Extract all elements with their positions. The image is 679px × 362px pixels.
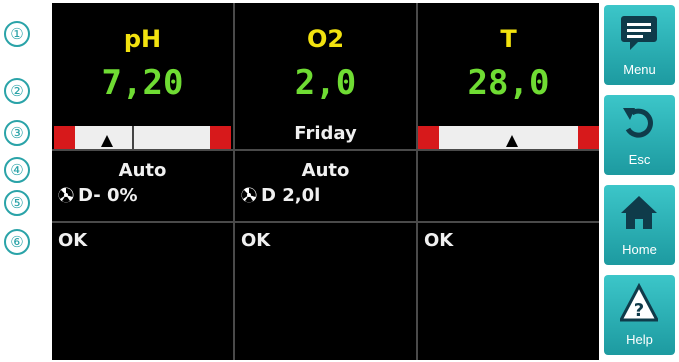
o2-mode: Auto — [301, 160, 350, 181]
temperature-title: T — [500, 25, 517, 53]
row-divider — [52, 221, 599, 223]
help-button-label: Help — [626, 332, 653, 347]
home-icon — [621, 196, 657, 229]
ph-dose-text: D- 0% — [78, 185, 138, 206]
temperature-column[interactable]: T 28,0 OK — [418, 3, 599, 360]
home-button[interactable]: Home — [604, 185, 675, 265]
ph-value: 7,20 — [101, 63, 184, 103]
svg-text:?: ? — [634, 300, 644, 321]
row-number-4: ④ — [4, 157, 30, 183]
warning-help-icon: ? — [620, 283, 658, 322]
sidebar-nav: Menu Esc Home ? Help — [601, 3, 679, 360]
ph-range-low-alarm — [54, 126, 75, 149]
temperature-status: OK — [424, 230, 454, 251]
esc-button[interactable]: Esc — [604, 95, 675, 175]
temperature-range-low-alarm — [418, 126, 439, 149]
row-divider — [52, 149, 599, 151]
temperature-range-bar — [418, 126, 599, 149]
row-number-6: ⑥ — [4, 229, 30, 255]
home-button-label: Home — [622, 242, 657, 257]
dosing-icon — [58, 187, 74, 203]
row-number-gutter: ① ② ③ ④ ⑤ ⑥ — [0, 0, 52, 362]
ph-setpoint-line — [132, 126, 134, 149]
o2-value: 2,0 — [294, 63, 357, 103]
temperature-value: 28,0 — [467, 63, 550, 103]
o2-status: OK — [241, 230, 271, 251]
ph-title: pH — [123, 25, 162, 53]
ph-mode: Auto — [118, 160, 167, 181]
o2-dose-text: D 2,0l — [261, 185, 321, 206]
ph-status: OK — [58, 230, 88, 251]
dosing-icon — [241, 187, 257, 203]
undo-arrow-icon — [623, 108, 653, 138]
ph-value-marker — [101, 135, 114, 147]
temperature-value-marker — [506, 135, 519, 147]
row-number-5: ⑤ — [4, 190, 30, 216]
menu-button-label: Menu — [623, 62, 656, 77]
ph-range-bar — [54, 126, 231, 149]
o2-title: O2 — [306, 25, 345, 53]
help-button[interactable]: ? Help — [604, 275, 675, 355]
row-number-1: ① — [4, 21, 30, 47]
ph-range-high-alarm — [210, 126, 231, 149]
menu-button[interactable]: Menu — [604, 5, 675, 85]
o2-dose: D 2,0l — [241, 185, 320, 206]
row-number-3: ③ — [4, 120, 30, 146]
ph-column[interactable]: pH 7,20 Auto D- 0% OK — [52, 3, 233, 360]
display-screen: pH 7,20 Auto D- 0% OK O2 2,0 Friday Auto — [52, 3, 599, 360]
esc-button-label: Esc — [628, 152, 651, 167]
speech-bubble-icon — [621, 16, 657, 50]
o2-day: Friday — [294, 123, 357, 144]
row-number-2: ② — [4, 78, 30, 104]
ph-dose: D- 0% — [58, 185, 138, 206]
temperature-range-high-alarm — [578, 126, 599, 149]
o2-column[interactable]: O2 2,0 Friday Auto D 2,0l OK — [235, 3, 416, 360]
